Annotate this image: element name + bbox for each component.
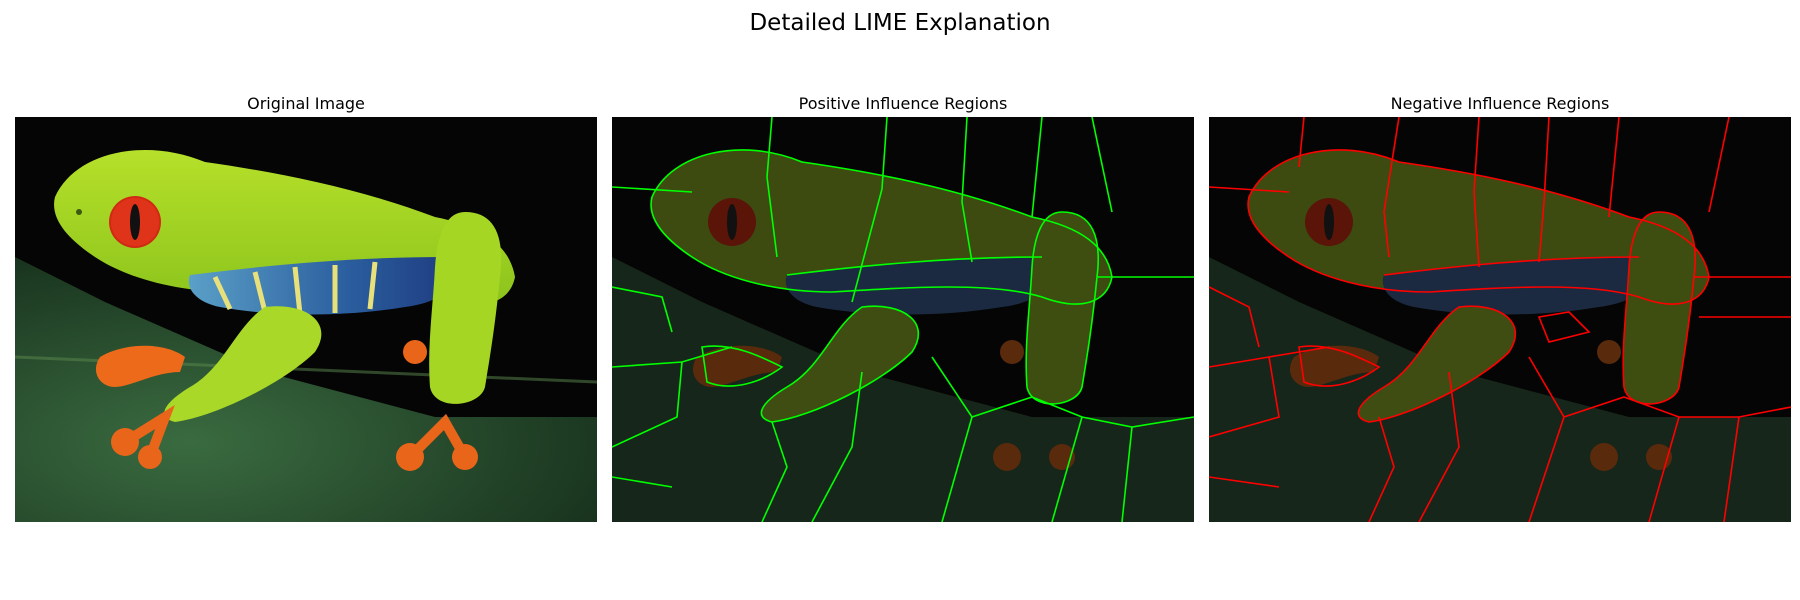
negative-influence-panel xyxy=(1209,117,1791,522)
panel-title-original: Original Image xyxy=(247,94,365,113)
frog-positive-overlay xyxy=(612,117,1194,522)
original-image-panel xyxy=(15,117,597,522)
frog-original-image xyxy=(15,117,597,522)
figure-title: Detailed LIME Explanation xyxy=(749,10,1051,36)
frog-negative-overlay xyxy=(1209,117,1791,522)
positive-influence-panel xyxy=(612,117,1194,522)
panel-title-positive: Positive Influence Regions xyxy=(798,94,1008,113)
panel-title-negative: Negative Influence Regions xyxy=(1390,94,1610,113)
